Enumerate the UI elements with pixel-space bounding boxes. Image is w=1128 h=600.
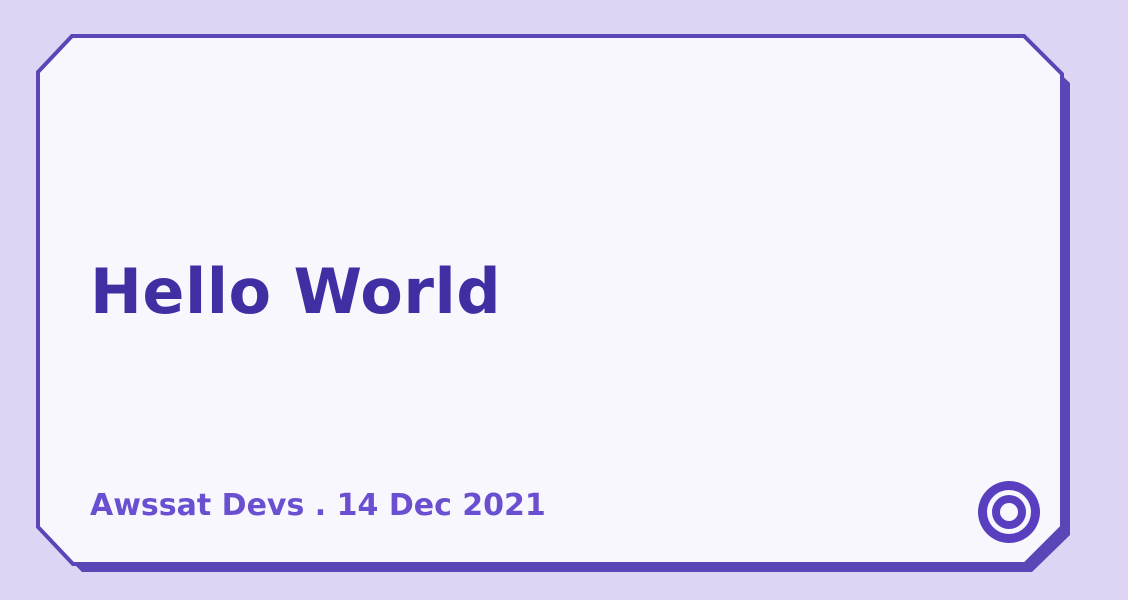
card-title: Hello World [90, 255, 502, 328]
card-meta: Awssat Devs . 14 Dec 2021 [90, 488, 546, 523]
ring-logo-icon [978, 481, 1040, 543]
social-card-canvas: Hello World Awssat Devs . 14 Dec 2021 [0, 0, 1128, 600]
